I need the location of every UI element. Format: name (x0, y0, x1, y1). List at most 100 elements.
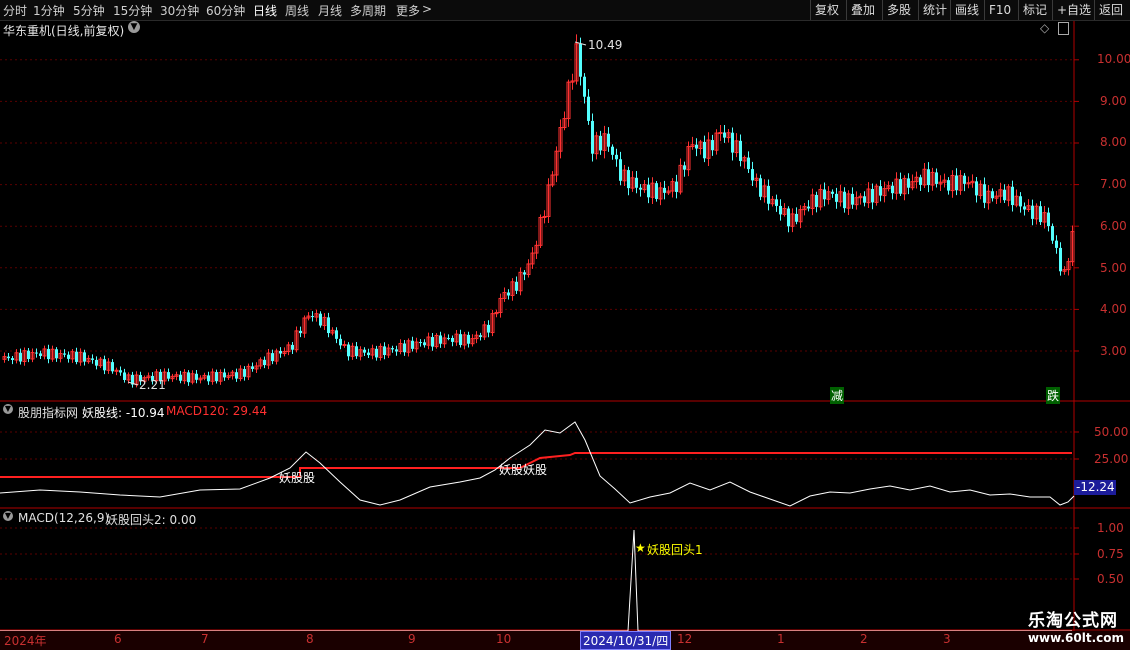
candle-body (311, 316, 314, 318)
candle-body (815, 194, 818, 207)
stock-title: 华东重机(日线,前复权) (3, 24, 125, 38)
candle-body (843, 191, 846, 209)
candle-body (775, 199, 778, 206)
candle-body (1019, 196, 1022, 207)
candle-body (542, 215, 547, 218)
candle-body (1055, 240, 1058, 248)
candle-body (363, 349, 366, 353)
candle-body (675, 181, 678, 192)
ind2-dropdown-icon[interactable]: ▼ (3, 511, 13, 521)
candle-body (1039, 206, 1042, 223)
candle-body (663, 187, 666, 193)
ind2-value-label: 妖股回头2: 0.00 (106, 513, 197, 527)
date-label: 7 (201, 632, 209, 646)
chart-canvas[interactable] (0, 0, 1130, 650)
candle-body (119, 370, 122, 373)
candle-body (579, 43, 582, 77)
candle-body (47, 348, 50, 360)
candle-body (991, 191, 994, 199)
candle-body (1047, 212, 1050, 227)
candle-body (711, 140, 714, 151)
candle-body (291, 344, 294, 350)
candle-body (523, 272, 526, 275)
candle-body (419, 342, 422, 344)
candle-body (507, 292, 510, 296)
candle-body (947, 180, 950, 191)
candle-body (795, 213, 798, 222)
candle-body (39, 353, 42, 356)
ind1-dropdown-icon[interactable]: ▼ (3, 404, 13, 414)
candle-body (467, 334, 470, 344)
title-dropdown-icon[interactable]: ▼ (128, 21, 140, 33)
cursor-date-label: 2024/10/31/四 (580, 631, 672, 650)
ind1-name[interactable]: 股朋指标网 (18, 404, 78, 421)
candle-body (299, 330, 302, 334)
candle-body (75, 351, 78, 362)
candle-body (1011, 186, 1014, 206)
candle-body (983, 184, 986, 203)
diamond-icon[interactable]: ◇ (1040, 21, 1049, 35)
signal-jian-badge: 减 (830, 387, 845, 404)
price-tick: 10.00 (1097, 52, 1130, 66)
candle-body (195, 373, 198, 380)
candle-body (339, 338, 342, 346)
candle-body (179, 374, 182, 381)
candle-body (863, 196, 866, 203)
candle-body (19, 352, 22, 362)
candle-body (935, 172, 938, 184)
candle-body (459, 334, 462, 345)
candle-body (243, 369, 246, 377)
candle-body (695, 144, 698, 149)
candle-body (627, 170, 630, 189)
candle-body (103, 359, 106, 371)
candle-body (403, 343, 406, 353)
candle-body (423, 342, 426, 346)
ind2-annotation: 妖股回头1 (647, 543, 703, 557)
price-tick: 6.00 (1100, 219, 1127, 233)
candle-body (111, 362, 114, 372)
date-label: 9 (408, 632, 416, 646)
candle-body (123, 372, 126, 380)
candle-body (767, 185, 770, 204)
candle-body (439, 335, 442, 344)
star-icon: ★ (635, 541, 646, 555)
candle-body (835, 193, 838, 202)
candle-body (879, 186, 882, 196)
ind2-tick: 0.75 (1097, 547, 1124, 561)
candle-body (647, 184, 650, 198)
candle-body (487, 324, 490, 333)
date-label: 12 (677, 632, 693, 646)
candle-body (279, 350, 282, 354)
candle-body (11, 358, 14, 360)
candle-body (599, 135, 602, 151)
candle-body (7, 356, 10, 359)
candle-body (851, 193, 854, 205)
ind1-tag-1: 妖股股 (279, 471, 316, 485)
price-tick: 4.00 (1100, 302, 1127, 316)
high-price-label: 10.49 (588, 38, 623, 52)
candle-body (223, 372, 226, 378)
watermark-url: www.60lt.com (1027, 631, 1124, 645)
candle-body (335, 330, 338, 339)
window-toggle-icon[interactable] (1058, 22, 1069, 35)
ind2-name[interactable]: MACD(12,26,9) (18, 511, 109, 525)
low-price-label: 2.21 (139, 378, 166, 392)
date-label: 8 (306, 632, 314, 646)
candle-body (955, 175, 958, 191)
watermark: 乐淘公式网 www.60lt.com (1028, 606, 1124, 645)
candle-body (375, 348, 378, 358)
candle-body (327, 317, 330, 334)
candle-body (347, 344, 350, 357)
ind1-tick: 25.00 (1094, 452, 1129, 466)
candle-body (963, 175, 966, 184)
candle-body (187, 372, 190, 383)
price-tick: 8.00 (1100, 135, 1127, 149)
candle-body (215, 372, 218, 382)
candle-body (718, 132, 723, 135)
date-label: 2024年 (4, 634, 47, 648)
candle-body (919, 177, 922, 185)
candle-body (587, 96, 590, 121)
date-label: 3 (943, 632, 951, 646)
ind1-current-value: -12.24 (1074, 480, 1116, 495)
price-tick: 7.00 (1100, 177, 1127, 191)
